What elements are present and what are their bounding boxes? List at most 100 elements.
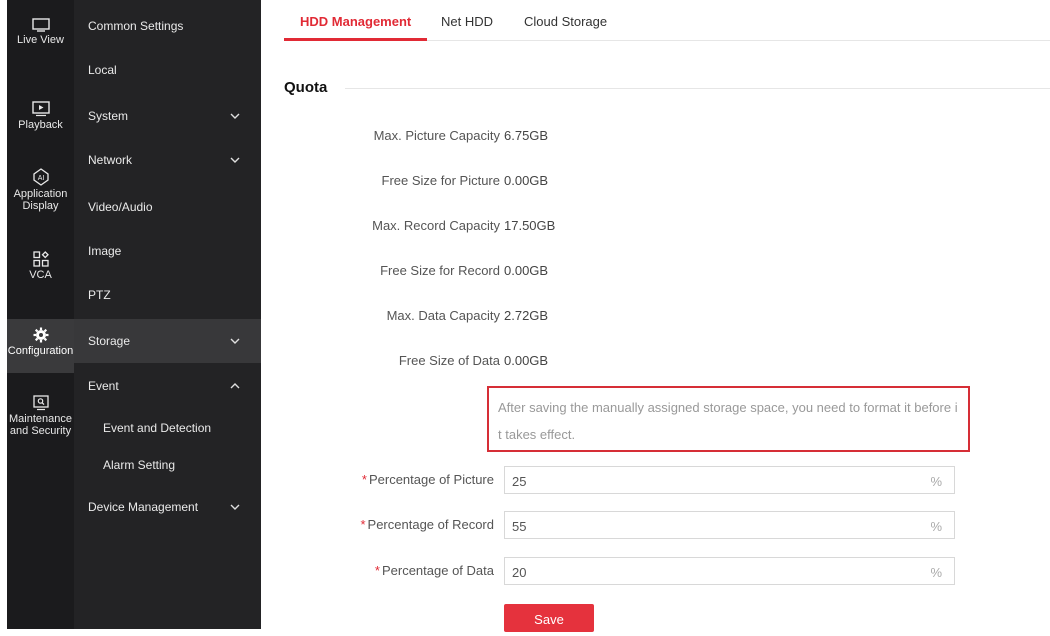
format-notice-text: After saving the manually assigned stora… [498,400,958,442]
menu-storage-label: Storage [88,334,131,348]
chevron-down-icon [230,157,240,163]
chevron-down-icon [230,113,240,119]
menu-video-audio[interactable]: Video/Audio [74,185,261,229]
nav-maintenance[interactable]: Maintenance and Security [7,395,74,437]
percentage-data-input[interactable]: 20 % [504,557,955,585]
info-value: 6.75GB [504,128,549,143]
percentage-data-value: 20 [512,565,527,580]
menu-local[interactable]: Local [74,48,261,92]
percentage-picture-value: 25 [512,474,527,489]
menu-ptz[interactable]: PTZ [74,273,261,317]
percentage-record-label: * Percentage of Record [360,517,494,532]
info-value: 2.72GB [504,308,549,323]
percentage-record-row: * Percentage of Record 55 % [284,511,1004,541]
nav-configuration-label: Configuration [7,345,74,357]
info-value: 17.50GB [504,218,556,233]
nav-playback[interactable]: Playback [7,101,74,131]
menu-image[interactable]: Image [74,229,261,273]
info-label: Max. Picture Capacity [373,128,500,143]
play-icon [31,101,50,117]
chevron-up-icon [230,383,240,389]
percentage-picture-label: * Percentage of Picture [362,472,494,487]
left-gutter [0,0,7,629]
menu-device-management-label: Device Management [88,500,199,514]
menu-local-label: Local [88,63,117,77]
info-label: Max. Data Capacity [386,308,500,323]
chevron-down-icon [230,338,240,344]
required-mark: * [361,472,367,487]
info-row: Max. Picture Capacity 6.75GB [284,128,984,148]
info-value: 0.00GB [504,263,549,278]
percentage-data-label-text: Percentage of Data [381,563,494,578]
required-mark: * [360,517,366,532]
nav-vca-label: VCA [29,269,52,281]
svg-text:AI: AI [37,175,44,182]
monitor-icon [31,18,50,32]
format-notice-box: After saving the manually assigned stora… [487,386,970,452]
gear-icon [33,327,48,343]
info-label: Free Size of Data [398,353,500,368]
percentage-record-input[interactable]: 55 % [504,511,955,539]
menu-image-label: Image [88,244,122,258]
chevron-down-icon [230,504,240,510]
grid-icon [32,251,49,267]
percentage-data-row: * Percentage of Data 20 % [284,557,1004,587]
nav-application-display-line2: Display [22,200,59,212]
info-value: 0.00GB [504,353,549,368]
menu-alarm-setting[interactable]: Alarm Setting [74,443,261,487]
percentage-picture-label-text: Percentage of Picture [368,472,494,487]
percent-unit: % [930,565,942,580]
icon-rail: Live View Playback AI Application Displa… [7,0,74,629]
menu-system-label: System [88,109,129,123]
nav-maintenance-line2: and Security [9,425,72,437]
menu-system[interactable]: System [74,94,261,138]
menu-network[interactable]: Network [74,138,261,182]
active-tab-indicator [284,38,427,41]
tab-cloud-storage[interactable]: Cloud Storage [524,0,607,40]
nav-vca[interactable]: VCA [7,251,74,281]
config-sub-menu: Common Settings Local System Network Vid… [74,0,261,629]
info-label: Free Size for Record [380,263,500,278]
info-row: Max. Record Capacity 17.50GB [284,218,984,238]
section-divider [345,88,1050,89]
nav-application-display[interactable]: AI Application Display [7,168,74,212]
tab-hdd-management[interactable]: HDD Management [300,0,411,40]
info-row: Free Size for Picture 0.00GB [284,173,984,193]
percentage-data-label: * Percentage of Data [375,563,494,578]
ai-icon: AI [32,168,49,186]
percent-unit: % [930,474,942,489]
menu-common-settings[interactable]: Common Settings [74,4,261,48]
menu-device-management[interactable]: Device Management [74,485,261,529]
info-row: Free Size for Record 0.00GB [284,263,984,283]
info-label: Free Size for Picture [381,173,501,188]
nav-configuration[interactable]: Configuration [7,319,74,373]
tab-net-hdd[interactable]: Net HDD [441,0,493,40]
percent-unit: % [930,519,942,534]
percentage-picture-row: * Percentage of Picture 25 % [284,466,1004,496]
percentage-record-value: 55 [512,519,527,534]
save-button[interactable]: Save [504,604,594,632]
storage-tabs: HDD Management Net HDD Cloud Storage [284,0,1050,41]
menu-ptz-label: PTZ [88,288,111,302]
section-title-quota: Quota [284,79,328,96]
lock-monitor-icon [32,395,49,411]
menu-video-audio-label: Video/Audio [88,200,153,214]
percentage-picture-input[interactable]: 25 % [504,466,955,494]
menu-alarm-setting-label: Alarm Setting [103,458,176,472]
info-row: Max. Data Capacity 2.72GB [284,308,984,328]
menu-event-label: Event [88,379,119,393]
menu-storage[interactable]: Storage [74,319,261,363]
required-mark: * [374,563,380,578]
info-row: Free Size of Data 0.00GB [284,353,984,373]
percentage-record-label-text: Percentage of Record [367,517,494,532]
menu-network-label: Network [88,153,133,167]
nav-live-view[interactable]: Live View [7,18,74,46]
nav-playback-label: Playback [18,119,63,131]
nav-live-view-label: Live View [17,34,64,46]
info-value: 0.00GB [504,173,549,188]
menu-common-settings-label: Common Settings [88,19,184,33]
menu-event[interactable]: Event [74,364,261,408]
info-label: Max. Record Capacity [372,218,500,233]
nav-application-display-line1: Application [13,188,68,200]
nav-maintenance-line1: Maintenance [9,413,72,425]
